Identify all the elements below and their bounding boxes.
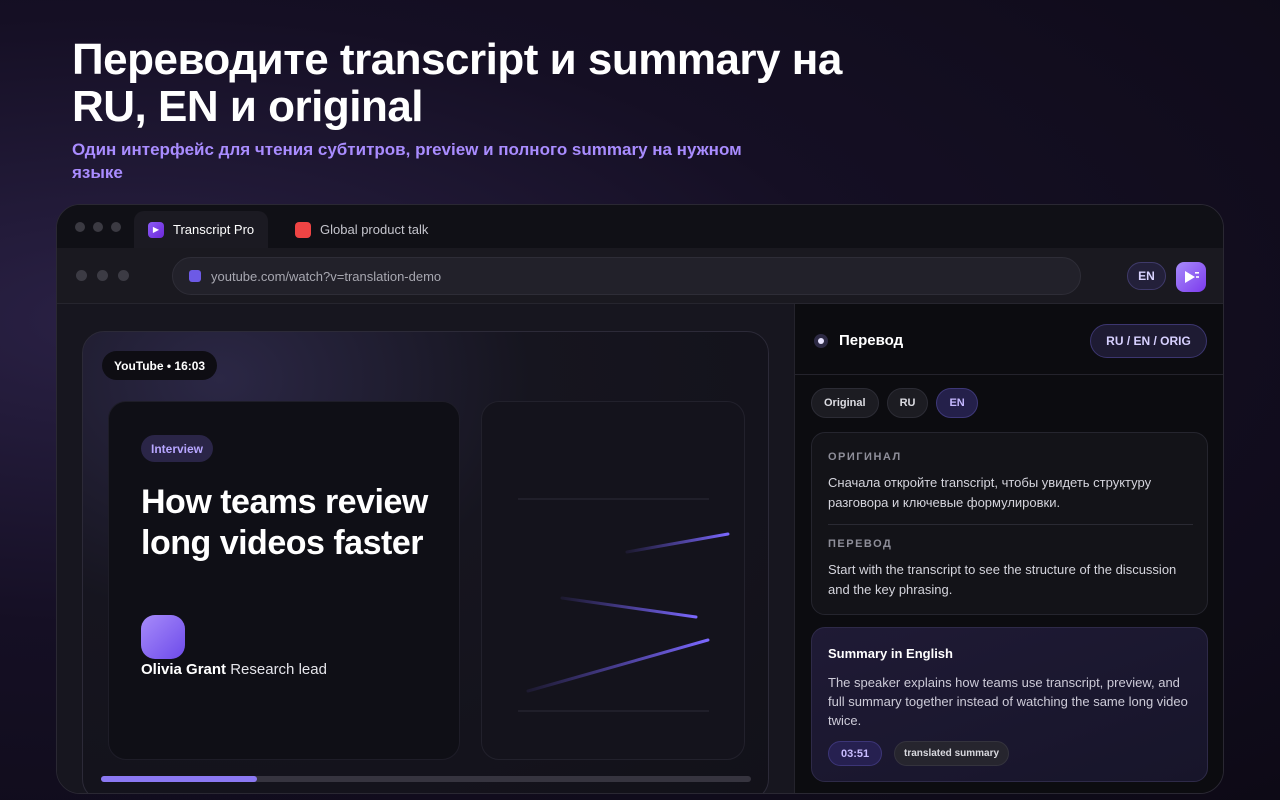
video-player[interactable]: YouTube • 16:03 Interview How teams revi… [82, 331, 769, 793]
chip-original[interactable]: Original [811, 388, 879, 418]
play-list-icon [1185, 271, 1199, 283]
tab-label: Global product talk [320, 222, 429, 237]
original-label: ОРИГИНАЛ [828, 451, 902, 463]
tab-global-product-talk[interactable]: Global product talk [281, 211, 442, 248]
status-dot-icon [814, 334, 828, 348]
play-icon: ▶ [148, 221, 164, 238]
speaker-info: Olivia Grant Research lead [141, 661, 327, 678]
tab-label: Transcript Pro [173, 222, 255, 237]
address-bar[interactable]: youtube.com/watch?v=translation-demo [172, 257, 1081, 295]
video-tag: Interview [141, 435, 214, 462]
window-controls [75, 222, 121, 232]
video-progress-bar[interactable] [101, 776, 751, 782]
nav-dot[interactable] [76, 270, 87, 281]
original-text: Сначала откройте transcript, чтобы увиде… [828, 475, 1152, 510]
language-button[interactable]: EN [1127, 262, 1166, 290]
browser-toolbar: youtube.com/watch?v=translation-demo EN [57, 248, 1223, 304]
chip-en[interactable]: EN [936, 388, 978, 418]
language-chips: Original RU EN [811, 388, 978, 418]
chip-ru[interactable]: RU [886, 388, 929, 418]
summary-title: Summary in English [828, 646, 953, 661]
tab-bar: ▶ Transcript Pro Global product talk [57, 205, 1223, 248]
nav-dot[interactable] [118, 270, 129, 281]
avatar [141, 615, 185, 659]
video-favicon-icon [295, 221, 311, 238]
window-dot[interactable] [93, 222, 103, 232]
panel-title: Перевод [839, 332, 904, 349]
line-graphic-icon [518, 498, 730, 712]
translation-panel: Перевод RU / EN / ORIG Original RU EN ОР… [794, 304, 1223, 793]
decorative-graphic [481, 401, 745, 760]
summary-timestamp[interactable]: 03:51 [828, 741, 883, 766]
site-icon [189, 270, 201, 282]
nav-controls [76, 270, 129, 281]
extension-button[interactable] [1176, 262, 1206, 292]
video-source-badge: YouTube • 16:03 [102, 351, 218, 380]
translation-text: Start with the transcript to see the str… [828, 562, 1177, 597]
speaker-role: Research lead [230, 661, 327, 678]
hero-title: Переводите transcript и summary на RU, E… [72, 35, 842, 131]
translation-label: ПЕРЕВОД [828, 538, 893, 550]
video-progress-fill [101, 776, 257, 782]
hero-subtitle: Один интерфейс для чтения субтитров, pre… [72, 140, 742, 182]
video-title: How teams review long videos faster [141, 483, 428, 562]
language-mode-button[interactable]: RU / EN / ORIG [1090, 324, 1207, 358]
browser-window: ▶ Transcript Pro Global product talk you… [56, 204, 1224, 794]
panel-header: Перевод RU / EN / ORIG [795, 304, 1223, 375]
video-pane: YouTube • 16:03 Interview How teams revi… [57, 304, 794, 793]
video-slide: Interview How teams review long videos f… [108, 401, 460, 760]
summary-card: Summary in English The speaker explains … [811, 627, 1208, 782]
url-text: youtube.com/watch?v=translation-demo [211, 268, 442, 284]
speaker-name: Olivia Grant [141, 661, 227, 678]
summary-tag: translated summary [894, 741, 1010, 766]
translation-card: ОРИГИНАЛ Сначала откройте transcript, чт… [811, 432, 1208, 615]
window-dot[interactable] [111, 222, 121, 232]
nav-dot[interactable] [97, 270, 108, 281]
window-dot[interactable] [75, 222, 85, 232]
summary-text: The speaker explains how teams use trans… [828, 675, 1188, 728]
tab-transcript-pro[interactable]: ▶ Transcript Pro [134, 211, 269, 248]
divider [828, 524, 1193, 525]
